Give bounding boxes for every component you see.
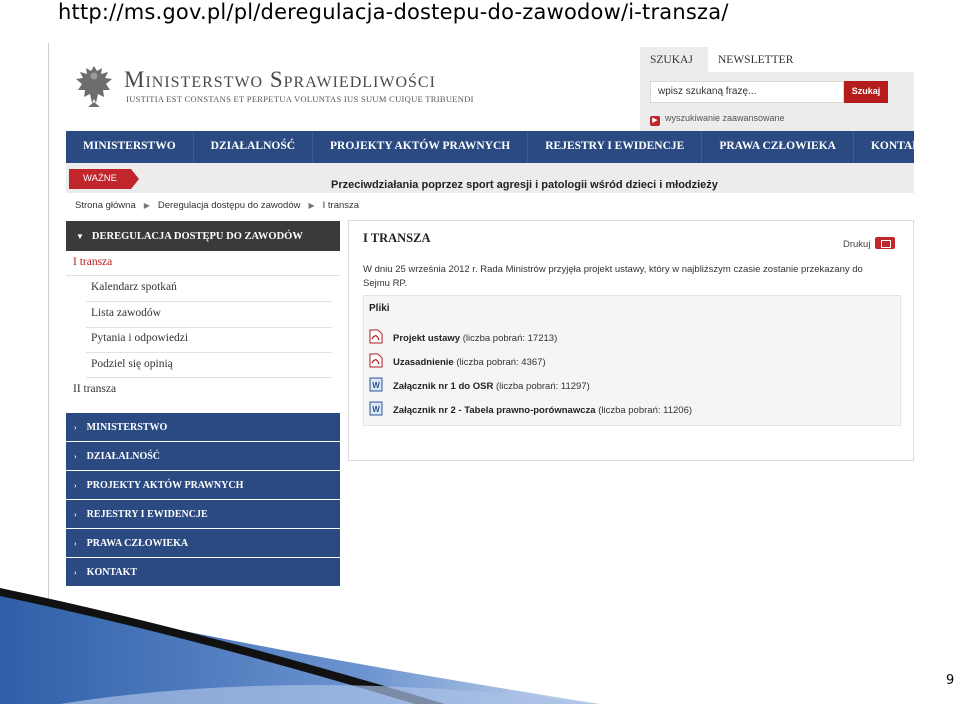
page-title: I TRANSZA — [363, 231, 431, 245]
sidebar-item-ii-transza[interactable]: II transza — [73, 383, 116, 395]
arrow-right-icon: ▶ — [650, 116, 660, 126]
chevron-right-icon: › — [74, 423, 77, 432]
search-panel: SZUKAJ NEWSLETTER wpisz szukaną frazę...… — [640, 47, 914, 131]
word-doc-icon: W — [369, 377, 383, 392]
nav-kontakt[interactable]: KONTAKT — [854, 131, 920, 163]
chevron-right-icon: ▶ — [143, 201, 150, 210]
ticker-headline[interactable]: Przeciwdziałania poprzez sport agresji i… — [331, 179, 718, 191]
chevron-right-icon: › — [74, 568, 77, 577]
chevron-down-icon: ▼ — [76, 232, 84, 241]
word-doc-icon: W — [369, 401, 383, 416]
side-nav-label: PRAWA CZŁOWIEKA — [86, 538, 189, 549]
side-nav-dzialalnosc[interactable]: › DZIAŁALNOŚĆ — [66, 442, 340, 470]
file-name: Załącznik nr 2 - Tabela prawno-porównawc… — [393, 405, 596, 416]
main-content-panel: I TRANSZA Drukuj W dniu 25 września 2012… — [348, 220, 914, 461]
side-nav-rejestry[interactable]: › REJESTRY I EWIDENCJE — [66, 500, 340, 528]
sidebar-heading[interactable]: ▼ DEREGULACJA DOSTĘPU DO ZAWODÓW — [66, 221, 340, 251]
sidebar-divider — [66, 275, 340, 276]
search-input[interactable]: wpisz szukaną frazę... — [650, 81, 844, 103]
sidebar-item-i-transza[interactable]: I transza — [73, 256, 112, 268]
file-name: Załącznik nr 1 do OSR — [393, 381, 494, 392]
print-label: Drukuj — [843, 239, 871, 250]
file-link-zalacznik-2[interactable]: W Załącznik nr 2 - Tabela prawno-porównaw… — [369, 401, 692, 419]
side-nav-label: PROJEKTY AKTÓW PRAWNYCH — [86, 480, 244, 491]
slide-decoration-swoosh — [0, 588, 600, 704]
news-ticker: WAŻNE Przeciwdziałania poprzez sport agr… — [66, 163, 914, 193]
search-button[interactable]: Szukaj — [844, 81, 888, 103]
breadcrumb-home[interactable]: Strona główna — [75, 200, 136, 211]
files-heading: Pliki — [369, 303, 390, 314]
chevron-right-icon: › — [74, 539, 77, 548]
chevron-right-icon: › — [74, 510, 77, 519]
slide-url-caption: http://ms.gov.pl/pl/deregulacja-dostepu-… — [58, 0, 729, 24]
sidebar-item-professions-list[interactable]: Lista zawodów — [91, 307, 161, 319]
nav-ministerstwo[interactable]: MINISTERSTWO — [66, 131, 194, 163]
svg-text:W: W — [372, 405, 380, 414]
nav-prawa-czlowieka[interactable]: PRAWA CZŁOWIEKA — [702, 131, 854, 163]
file-name: Projekt ustawy — [393, 333, 461, 344]
side-nav-label: MINISTERSTWO — [86, 422, 168, 433]
tab-search[interactable]: SZUKAJ — [640, 47, 708, 73]
sidebar-item-share-opinion[interactable]: Podziel się opinią — [91, 358, 173, 370]
important-badge: WAŻNE — [69, 169, 139, 189]
breadcrumb-current: I transza — [322, 200, 360, 211]
side-nav-label: KONTAKT — [86, 567, 138, 578]
sidebar-item-calendar[interactable]: Kalendarz spotkań — [91, 281, 177, 293]
slide-page-number: 9 — [946, 673, 955, 688]
sidebar-divider — [86, 352, 332, 353]
pdf-icon — [369, 353, 383, 368]
download-count: (liczba pobrań: 11206) — [598, 405, 693, 416]
file-link-uzasadnienie[interactable]: Uzasadnienie (liczba pobrań: 4367) — [369, 353, 546, 371]
download-count: (liczba pobrań: 4367) — [456, 357, 546, 368]
side-nav-ministerstwo[interactable]: › MINISTERSTWO — [66, 413, 340, 441]
pdf-icon — [369, 329, 383, 344]
advanced-search-link[interactable]: ▶ wyszukiwanie zaawansowane — [650, 113, 785, 127]
sidebar-divider — [86, 377, 332, 378]
printer-icon — [875, 237, 896, 249]
print-button[interactable]: Drukuj — [843, 237, 896, 250]
download-count: (liczba pobrań: 11297) — [495, 381, 590, 392]
chevron-right-icon: › — [74, 481, 77, 490]
website-screenshot: Ministerstwo Sprawiedliwości IUSTITIA ES… — [48, 43, 920, 599]
file-link-projekt-ustawy[interactable]: Projekt ustawy (liczba pobrań: 17213) — [369, 329, 557, 347]
sidebar-divider — [86, 327, 332, 328]
ministry-name: Ministerstwo Sprawiedliwości — [124, 67, 436, 92]
ministry-logo[interactable]: Ministerstwo Sprawiedliwości IUSTITIA ES… — [72, 63, 632, 113]
sidebar-heading-label: DEREGULACJA DOSTĘPU DO ZAWODÓW — [91, 231, 303, 242]
download-count: (liczba pobrań: 17213) — [462, 333, 558, 344]
polish-eagle-emblem-icon — [76, 66, 112, 107]
side-nav-label: DZIAŁALNOŚĆ — [86, 451, 161, 462]
screenshot-border — [48, 43, 49, 599]
side-nav-projekty[interactable]: › PROJEKTY AKTÓW PRAWNYCH — [66, 471, 340, 499]
nav-rejestry[interactable]: REJESTRY I EWIDENCJE — [528, 131, 703, 163]
main-navigation: MINISTERSTWO DZIAŁALNOŚĆ PROJEKTY AKTÓW … — [66, 131, 920, 163]
breadcrumb-deregulation[interactable]: Deregulacja dostępu do zawodów — [158, 200, 301, 211]
chevron-right-icon: ▶ — [308, 201, 315, 210]
file-name: Uzasadnienie — [393, 357, 454, 368]
nav-dzialalnosc[interactable]: DZIAŁALNOŚĆ — [194, 131, 314, 163]
advanced-search-label: wyszukiwanie zaawansowane — [665, 113, 785, 123]
sidebar-divider — [86, 301, 332, 302]
nav-projekty[interactable]: PROJEKTY AKTÓW PRAWNYCH — [313, 131, 529, 163]
ministry-motto: IUSTITIA EST CONSTANS ET PERPETUA VOLUNT… — [126, 94, 474, 104]
files-section: Pliki Projekt ustawy (liczba pobrań: 172… — [363, 295, 901, 426]
side-nav-kontakt[interactable]: › KONTAKT — [66, 558, 340, 586]
sidebar-item-faq[interactable]: Pytania i odpowiedzi — [91, 332, 188, 344]
side-nav-label: REJESTRY I EWIDENCJE — [86, 509, 208, 520]
chevron-right-icon: › — [74, 452, 77, 461]
side-nav-prawa-czlowieka[interactable]: › PRAWA CZŁOWIEKA — [66, 529, 340, 557]
breadcrumb: Strona główna ▶ Deregulacja dostępu do zaw… — [75, 200, 359, 211]
tab-newsletter[interactable]: NEWSLETTER — [708, 47, 914, 73]
file-link-zalacznik-1[interactable]: W Załącznik nr 1 do OSR (liczba pobrań: 1… — [369, 377, 590, 395]
page-description: W dniu 25 września 2012 r. Rada Ministró… — [363, 264, 863, 289]
svg-text:W: W — [372, 381, 380, 390]
